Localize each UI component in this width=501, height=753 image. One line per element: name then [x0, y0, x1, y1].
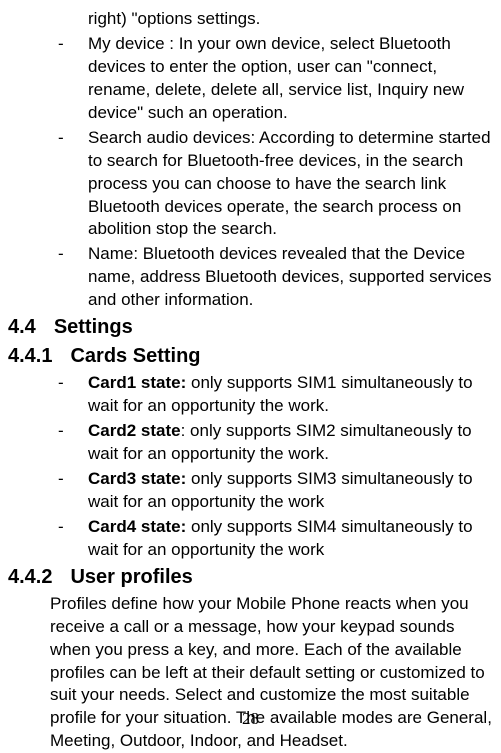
bullet-dash: - [8, 516, 88, 562]
heading-4-4: 4.4 Settings [8, 314, 495, 341]
bullet-item: - My device : In your own device, select… [8, 33, 495, 125]
bullet-text: Search audio devices: According to deter… [88, 127, 495, 242]
bullet-dash: - [8, 468, 88, 514]
bullet-text: My device : In your own device, select B… [88, 33, 495, 125]
card3-label: Card3 state: [88, 469, 186, 488]
bullet-dash: - [8, 420, 88, 466]
heading-text: Settings [54, 314, 133, 341]
page-number: 28 [0, 708, 501, 731]
bullet-continuation: right) "options settings. [8, 8, 495, 31]
bullet-dash: - [8, 127, 88, 242]
bullet-dash: - [8, 372, 88, 418]
heading-text: Cards Setting [70, 343, 200, 370]
bullet-item: - Card4 state: only supports SIM4 simult… [8, 516, 495, 562]
card4-label: Card4 state: [88, 517, 186, 536]
heading-number: 4.4.2 [8, 564, 70, 591]
heading-number: 4.4.1 [8, 343, 70, 370]
heading-text: User profiles [70, 564, 192, 591]
bullet-item: - Card3 state: only supports SIM3 simult… [8, 468, 495, 514]
bullet-item: - Card1 state: only supports SIM1 simult… [8, 372, 495, 418]
card1-label: Card1 state: [88, 373, 186, 392]
card2-label: Card2 state [88, 421, 181, 440]
document-page: right) "options settings. - My device : … [8, 8, 495, 753]
bullet-text: Card1 state: only supports SIM1 simultan… [88, 372, 495, 418]
bullet-dash: - [8, 33, 88, 125]
bullet-item: - Search audio devices: According to det… [8, 127, 495, 242]
bullet-text: Card3 state: only supports SIM3 simultan… [88, 468, 495, 514]
bullet-text: Card2 state: only supports SIM2 simultan… [88, 420, 495, 466]
bullet-text: Name: Bluetooth devices revealed that th… [88, 243, 495, 312]
bullet-dash: - [8, 243, 88, 312]
heading-number: 4.4 [8, 314, 54, 341]
bullet-item: - Card2 state: only supports SIM2 simult… [8, 420, 495, 466]
heading-4-4-1: 4.4.1 Cards Setting [8, 343, 495, 370]
bullet-text: Card4 state: only supports SIM4 simultan… [88, 516, 495, 562]
heading-4-4-2: 4.4.2 User profiles [8, 564, 495, 591]
bullet-item: - Name: Bluetooth devices revealed that … [8, 243, 495, 312]
